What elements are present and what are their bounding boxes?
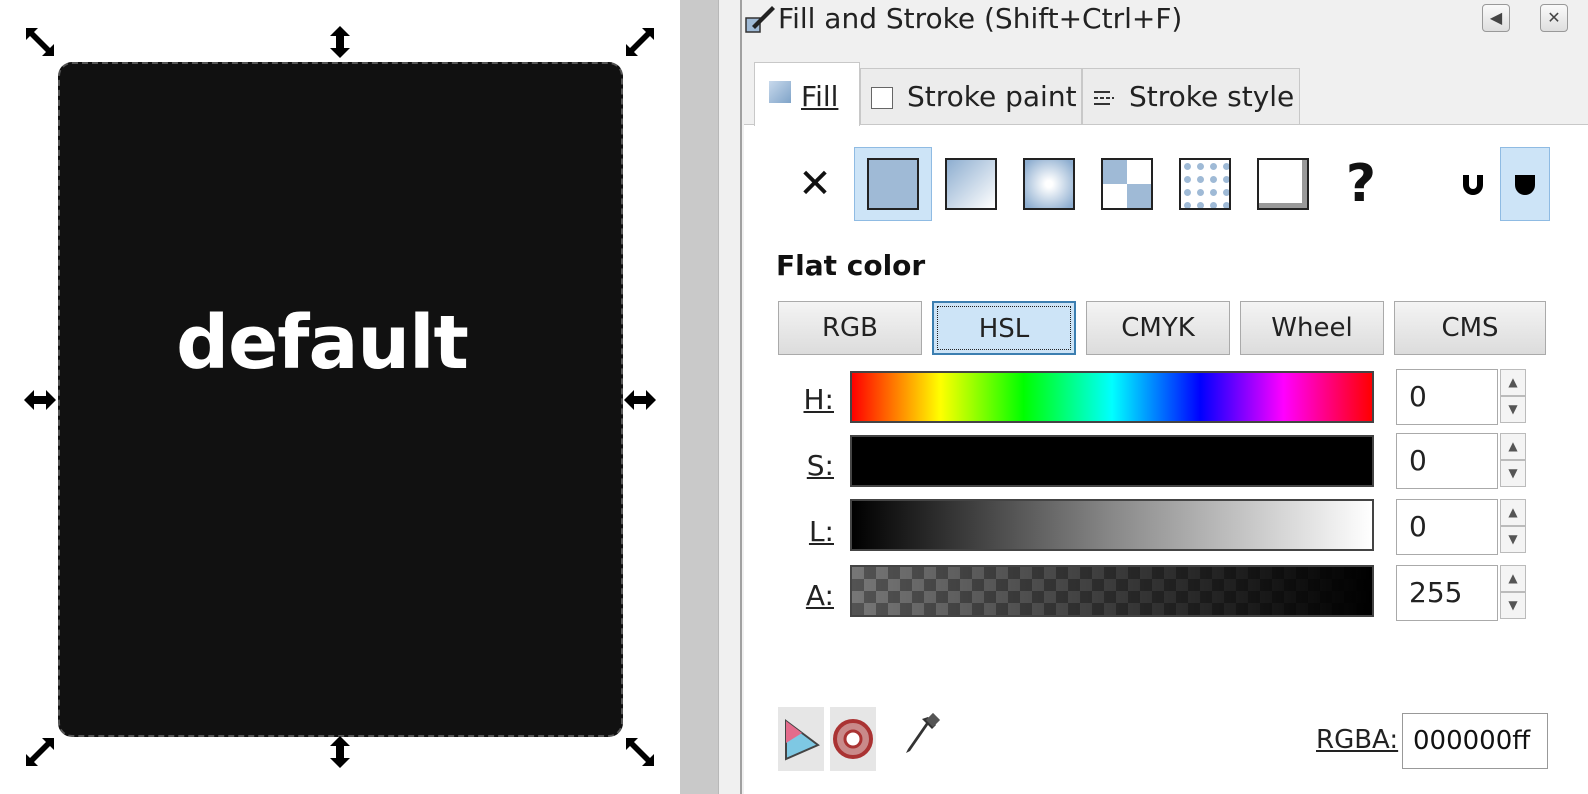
rectangle-text[interactable]: default [58,300,586,386]
lightness-slider[interactable] [850,499,1374,551]
radial-gradient-icon [1023,158,1075,210]
eyedropper-icon[interactable] [898,707,944,771]
close-dialog-button[interactable]: ✕ [1540,4,1568,32]
mode-cmyk-button[interactable]: CMYK [1086,301,1230,355]
stroke-style-icon [1094,91,1114,105]
selected-rectangle[interactable] [58,62,623,737]
saturation-label: S: [806,449,834,482]
drawing-canvas[interactable]: default [0,0,680,794]
fill-and-stroke-dialog: Fill and Stroke (Shift+Ctrl+F) ◀ ✕ Fill … [740,0,1588,794]
pattern-button[interactable] [1096,147,1158,221]
scale-handle-top[interactable] [322,24,358,60]
linear-gradient-icon [945,158,997,210]
dock-separator[interactable] [718,0,740,794]
hue-up-arrow[interactable]: ▲ [1500,369,1526,396]
swatch-icon [1179,158,1231,210]
saturation-value-field[interactable]: 0 [1396,433,1498,489]
hue-down-arrow[interactable]: ▼ [1500,396,1526,423]
hue-value-field[interactable]: 0 [1396,369,1498,425]
tab-fill[interactable]: Fill [754,62,860,126]
lightness-up-arrow[interactable]: ▲ [1500,499,1526,526]
rgba-input[interactable]: 000000ff [1402,713,1548,769]
lightness-value-field[interactable]: 0 [1396,499,1498,555]
saturation-up-arrow[interactable]: ▲ [1500,433,1526,460]
out-of-gamut-icon[interactable] [830,707,876,771]
alpha-label: A: [805,579,834,612]
fill-tab-content: ✕ ? Flat color RGB HSL CMYK Wheel CMS H:… [744,124,1588,794]
flat-color-label: Flat color [776,249,926,282]
saturation-slider[interactable] [850,435,1374,487]
scale-handle-bottom-right[interactable] [622,734,658,770]
flat-color-icon [867,158,919,210]
alpha-value-field[interactable]: 255 [1396,565,1498,621]
lightness-spin-arrows[interactable]: ▲ ▼ [1500,499,1526,555]
lightness-label: L: [808,515,834,548]
x-icon: ✕ [798,161,832,207]
fill-rule-evenodd-button[interactable] [1446,147,1500,221]
pattern-icon [1101,158,1153,210]
tab-fill-label: Fill [801,80,839,113]
stroke-paint-icon [871,87,893,109]
scale-handle-bottom[interactable] [322,734,358,770]
scale-handle-top-left[interactable] [22,24,58,60]
tab-stroke-style[interactable]: Stroke style [1082,68,1300,124]
iconify-button[interactable]: ◀ [1482,4,1510,32]
no-paint-button[interactable]: ✕ [784,147,846,221]
rgba-label: RGBA: [1316,725,1399,755]
hue-slider[interactable] [850,371,1374,423]
fill-rule-nonzero-button[interactable] [1500,147,1550,221]
mode-hsl-button[interactable]: HSL [932,301,1076,355]
hue-label: H: [803,383,835,416]
scale-handle-right[interactable] [622,382,658,418]
canvas-scrollbar-area [680,0,718,794]
saturation-down-arrow[interactable]: ▼ [1500,460,1526,487]
unset-paint-icon [1257,158,1309,210]
alpha-down-arrow[interactable]: ▼ [1500,592,1526,619]
alpha-slider[interactable] [850,565,1374,617]
unknown-paint-button[interactable]: ? [1330,147,1392,221]
tab-stroke-paint[interactable]: Stroke paint [860,68,1082,124]
alpha-spin-arrows[interactable]: ▲ ▼ [1500,565,1526,621]
question-mark-icon: ? [1345,154,1377,214]
flat-color-button[interactable] [854,147,932,221]
alpha-up-arrow[interactable]: ▲ [1500,565,1526,592]
evenodd-icon [1463,175,1483,195]
linear-gradient-button[interactable] [940,147,1002,221]
swatch-button[interactable] [1174,147,1236,221]
unset-paint-button[interactable] [1252,147,1314,221]
saturation-spin-arrows[interactable]: ▲ ▼ [1500,433,1526,489]
paintbrush-icon [745,6,775,33]
scale-handle-top-right[interactable] [622,24,658,60]
mode-rgb-button[interactable]: RGB [778,301,922,355]
mode-cms-button[interactable]: CMS [1394,301,1546,355]
lightness-down-arrow[interactable]: ▼ [1500,526,1526,553]
scale-handle-left[interactable] [22,382,58,418]
scale-handle-bottom-left[interactable] [22,734,58,770]
hue-spin-arrows[interactable]: ▲ ▼ [1500,369,1526,425]
mode-wheel-button[interactable]: Wheel [1240,301,1384,355]
radial-gradient-button[interactable] [1018,147,1080,221]
dialog-title: Fill and Stroke (Shift+Ctrl+F) [778,2,1183,35]
color-managed-icon[interactable] [778,707,824,771]
dialog-titlebar: Fill and Stroke (Shift+Ctrl+F) ◀ ✕ [742,0,1588,40]
nonzero-icon [1515,175,1535,195]
tab-stroke-paint-label: Stroke paint [907,80,1077,113]
fill-icon [769,81,791,103]
tab-stroke-style-label: Stroke style [1129,80,1295,113]
